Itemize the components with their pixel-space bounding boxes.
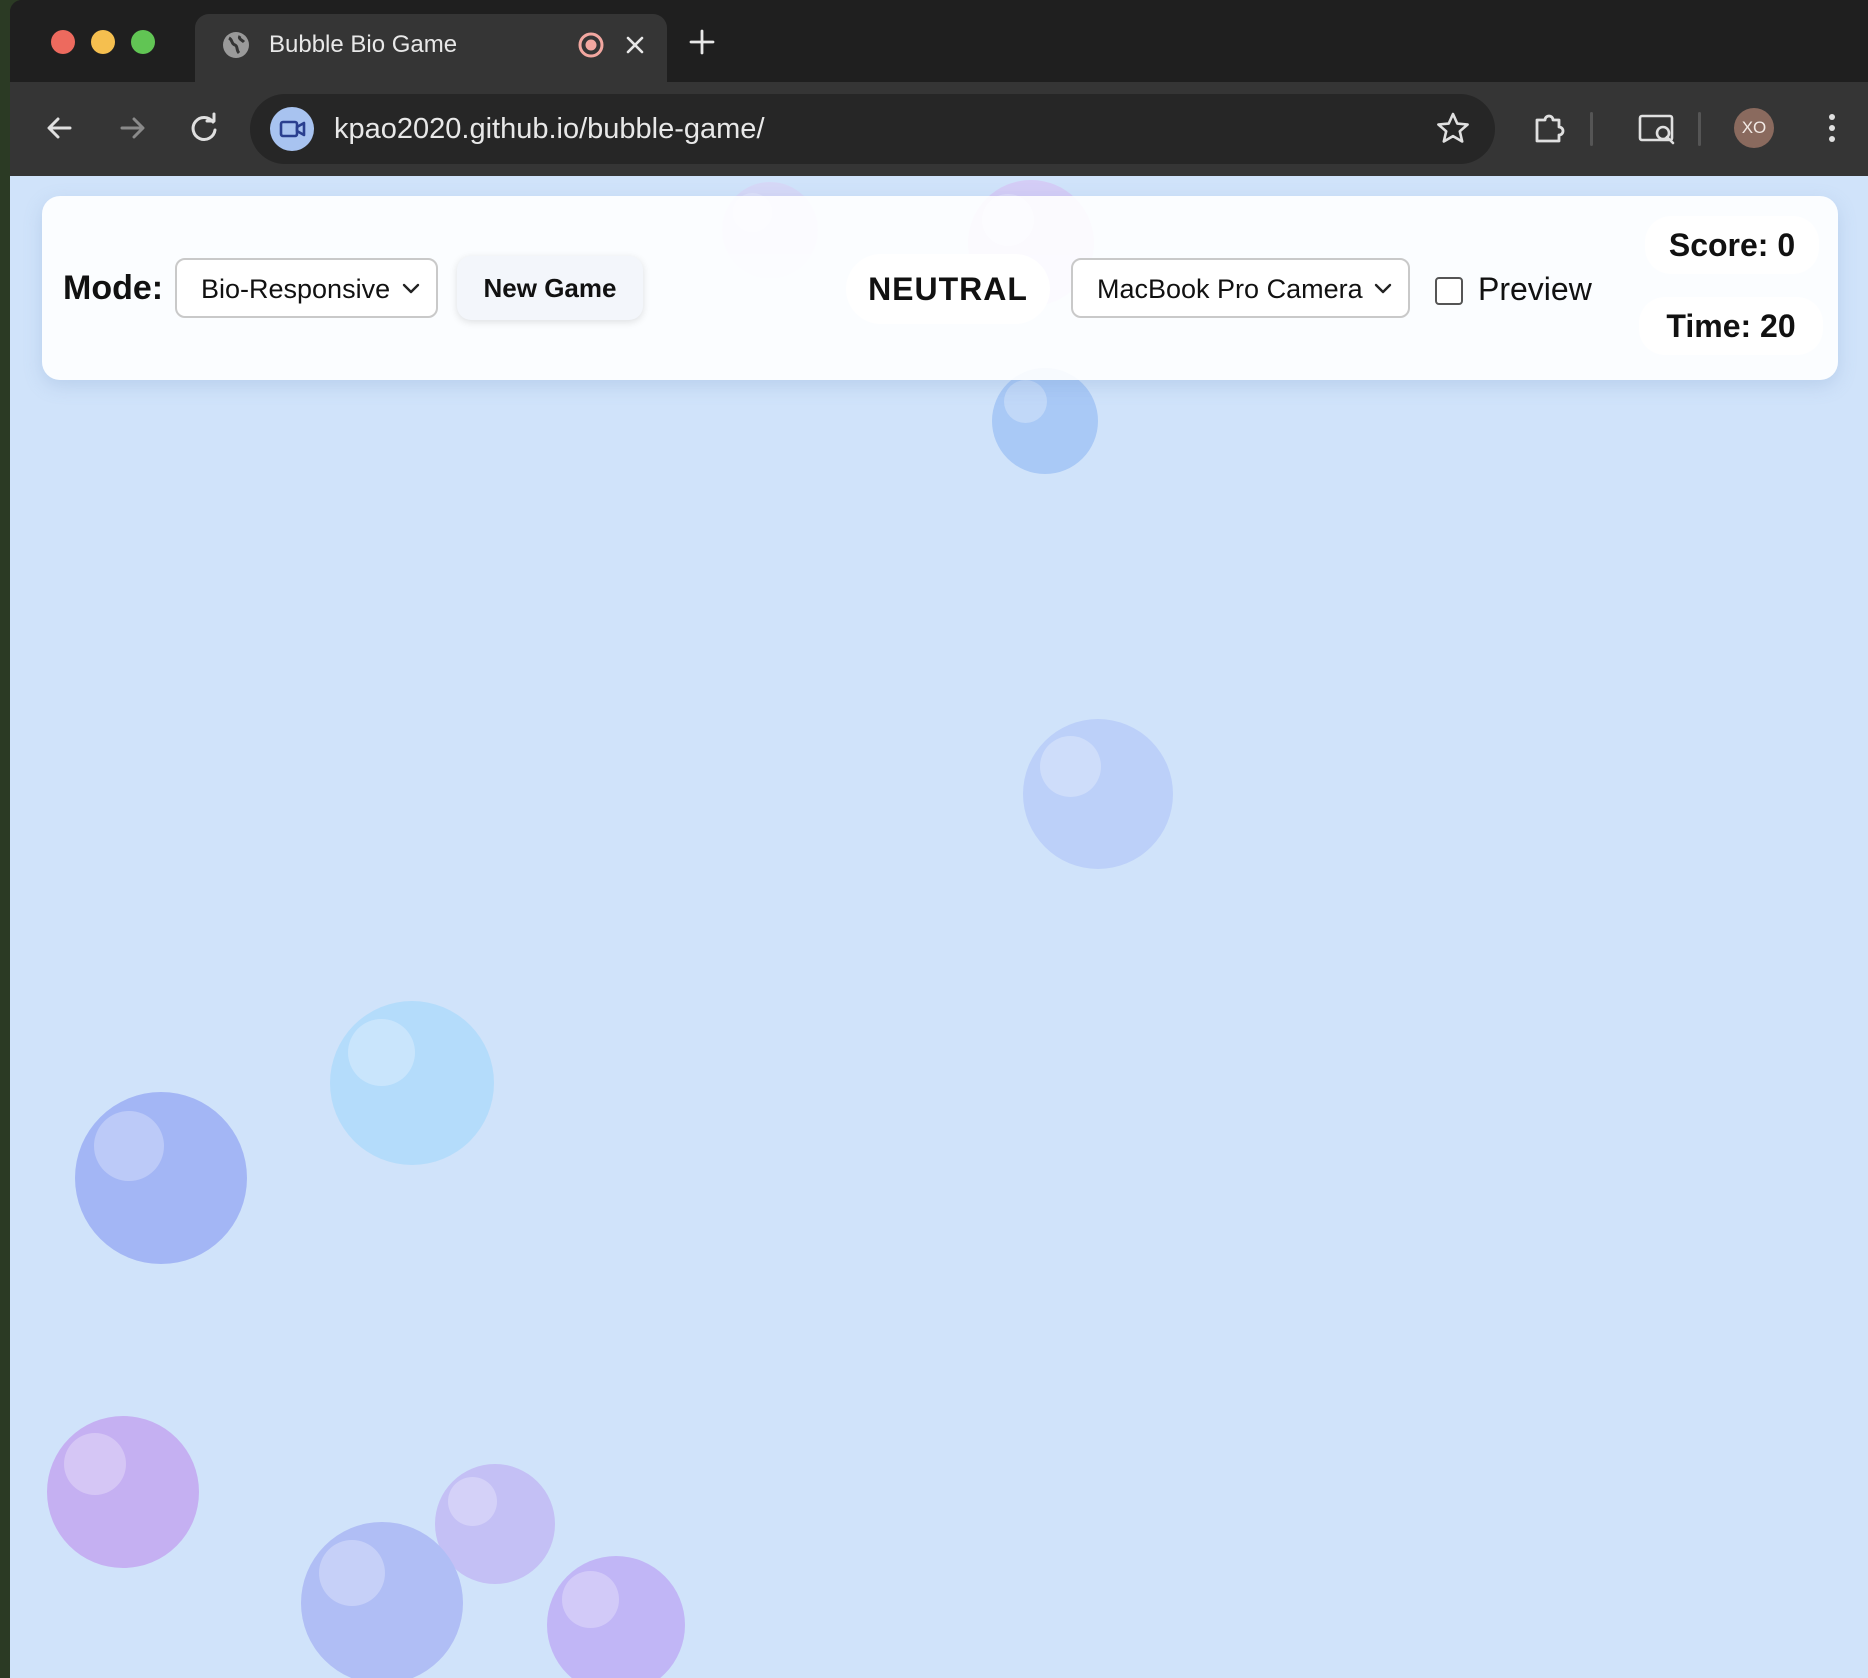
bubble[interactable] xyxy=(1023,719,1173,869)
new-tab-icon[interactable] xyxy=(682,22,722,62)
bubble[interactable] xyxy=(547,1556,685,1678)
extensions-puzzle-icon[interactable] xyxy=(1528,106,1572,150)
tab-title: Bubble Bio Game xyxy=(269,31,458,58)
preview-checkbox[interactable] xyxy=(1435,277,1463,305)
recording-icon xyxy=(578,32,604,58)
time-display: Time: 20 xyxy=(1639,297,1823,355)
window-minimize-button[interactable] xyxy=(91,30,115,54)
control-panel: Mode: Bio-Responsive New Game NEUTRAL Ma… xyxy=(42,196,1838,380)
new-game-button[interactable]: New Game xyxy=(457,256,643,320)
mode-label: Mode: xyxy=(63,269,164,307)
browser-tab[interactable]: Bubble Bio Game xyxy=(195,14,667,82)
url-text: kpao2020.github.io/bubble-game/ xyxy=(334,113,765,145)
forward-arrow-icon[interactable] xyxy=(110,106,154,150)
emotion-status-badge: NEUTRAL xyxy=(846,254,1050,324)
window-close-button[interactable] xyxy=(51,30,75,54)
cast-search-icon[interactable] xyxy=(1635,106,1679,150)
bubble[interactable] xyxy=(301,1522,463,1678)
mode-select[interactable]: Bio-Responsive xyxy=(175,258,438,318)
more-menu-icon[interactable] xyxy=(1810,106,1854,150)
browser-window: Bubble Bio Game kpao2020.github.io/bubbl… xyxy=(10,0,1868,1678)
score-display: Score: 0 xyxy=(1645,216,1819,274)
mode-select-value: Bio-Responsive xyxy=(201,274,391,304)
bookmark-star-icon[interactable] xyxy=(1433,109,1473,149)
preview-label: Preview xyxy=(1478,271,1592,307)
site-info-button[interactable] xyxy=(270,107,314,151)
bubble[interactable] xyxy=(330,1001,494,1165)
bubble[interactable] xyxy=(47,1416,199,1568)
window-maximize-button[interactable] xyxy=(131,30,155,54)
game-area[interactable]: Mode: Bio-Responsive New Game NEUTRAL Ma… xyxy=(10,176,1868,1678)
camera-select-value: MacBook Pro Camera xyxy=(1097,274,1363,304)
profile-avatar[interactable]: XO xyxy=(1734,108,1774,148)
bubble[interactable] xyxy=(992,368,1098,474)
bubble[interactable] xyxy=(75,1092,247,1264)
tab-close-icon[interactable] xyxy=(619,29,651,61)
back-arrow-icon[interactable] xyxy=(38,106,82,150)
browser-toolbar: kpao2020.github.io/bubble-game/ XO xyxy=(10,82,1868,176)
tab-strip: Bubble Bio Game xyxy=(10,0,1868,82)
address-bar[interactable]: kpao2020.github.io/bubble-game/ xyxy=(250,94,1495,164)
toolbar-divider xyxy=(1698,112,1701,146)
reload-icon[interactable] xyxy=(182,106,226,150)
video-camera-icon xyxy=(279,120,306,138)
toolbar-divider xyxy=(1590,112,1593,146)
camera-select[interactable]: MacBook Pro Camera xyxy=(1071,258,1410,318)
chevron-down-icon xyxy=(402,283,420,294)
chevron-down-icon xyxy=(1374,283,1392,294)
globe-icon xyxy=(223,32,249,58)
